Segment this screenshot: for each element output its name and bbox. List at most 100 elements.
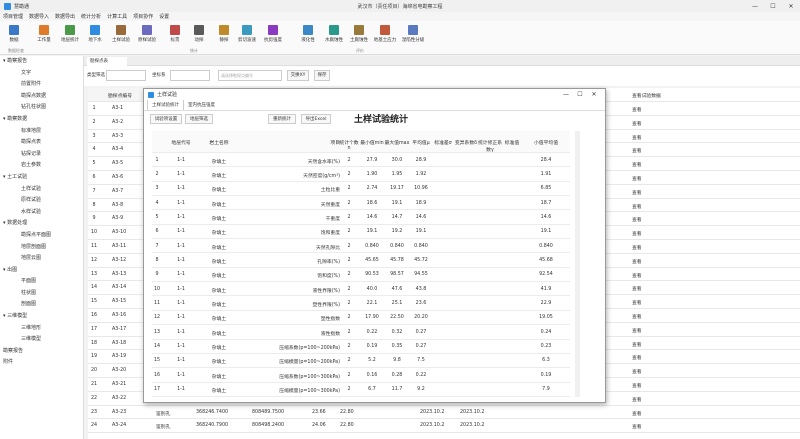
type-filter-select[interactable]	[106, 70, 146, 81]
ribbon-tool-button[interactable]: 地层统计	[59, 23, 81, 47]
sidebar-item[interactable]: 钻探记录	[0, 149, 83, 161]
view-link[interactable]: 查看	[632, 410, 642, 417]
sidebar-item[interactable]: 前置附件	[0, 79, 83, 91]
ribbon-tool-button[interactable]: 水腐蚀性	[323, 23, 345, 47]
export-excel-button[interactable]: 导出Excel	[301, 114, 331, 124]
stats-column-header[interactable]: 统计个数n	[338, 139, 360, 151]
sidebar-item[interactable]: 剖面图	[0, 299, 83, 311]
stats-row[interactable]: 9 1-1 杂填土 饱和度(%) 2 90.53 98.57 94.55 92.54	[152, 268, 570, 283]
stats-row[interactable]: 8 1-1 杂填土 孔隙率(%) 2 45.65 45.78 45.72 45.68	[152, 253, 570, 268]
ribbon-tool-button[interactable]: 土样试验	[110, 23, 132, 47]
point-search-input[interactable]: 请选择勘探点编号	[218, 70, 282, 81]
stats-row[interactable]: 10 1-1 杂填土 液性界限(%) 2 40.0 47.6 43.8 41.9	[152, 282, 570, 297]
save-button[interactable]: 保存	[314, 70, 330, 81]
ribbon-tool-button[interactable]: 数据	[3, 23, 25, 47]
view-link[interactable]: 查看	[632, 216, 642, 223]
ribbon-tool-button[interactable]: 动探	[188, 23, 210, 47]
sidebar-item[interactable]: 岩土参数	[0, 160, 83, 172]
sidebar-item[interactable]: 勘察报告	[0, 346, 83, 358]
ribbon-tool-button[interactable]: 土腐蚀性	[348, 23, 370, 47]
stats-column-header[interactable]: 岩土名称	[204, 139, 234, 146]
stats-row[interactable]: 1 1-1 杂填土 天然含水率(%) 2 27.9 30.0 28.9 28.4	[152, 153, 570, 168]
sidebar-item[interactable]: 地层云图	[0, 253, 83, 265]
menu-item[interactable]: 统计分析	[81, 13, 101, 20]
minimize-button[interactable]: —	[746, 0, 764, 12]
ribbon-tool-button[interactable]: 标贯	[164, 23, 186, 47]
maximize-button[interactable]: ☐	[764, 0, 782, 12]
view-link[interactable]: 查看	[632, 230, 642, 237]
view-link[interactable]: 查看	[632, 313, 642, 320]
swap-xy-button[interactable]: 交换XY	[287, 70, 309, 81]
layer-filter-button[interactable]: 地层筛选	[185, 114, 213, 124]
view-link[interactable]: 查看	[632, 285, 642, 292]
view-link[interactable]: 查看	[632, 341, 642, 348]
view-link[interactable]: 查看	[632, 272, 642, 279]
view-link[interactable]: 查看	[632, 175, 642, 182]
dialog-maximize-button[interactable]: ☐	[573, 89, 587, 100]
coord-system-select[interactable]	[170, 70, 210, 81]
sidebar-item[interactable]: 三维模型	[0, 334, 83, 346]
sidebar-item[interactable]: ▾ 数据处理	[0, 218, 83, 230]
sidebar-item[interactable]: 勘探点平面图	[0, 230, 83, 242]
view-link[interactable]: 查看	[632, 299, 642, 306]
view-link[interactable]: 查看	[632, 189, 642, 196]
ribbon-tool-button[interactable]: 地基土应力	[374, 23, 396, 47]
stats-row[interactable]: 12 1-1 杂填土 塑性指数 2 17.90 22.50 20.20 19.05	[152, 311, 570, 326]
sidebar-item[interactable]: ▾ 三维模型	[0, 311, 83, 323]
stats-column-header[interactable]: 平均值μ	[410, 139, 432, 146]
stats-column-header[interactable]: 标准差σ	[432, 139, 454, 146]
stats-column-header[interactable]: 项目	[234, 139, 340, 146]
sidebar-item[interactable]: 土样试验	[0, 184, 83, 196]
view-link[interactable]: 查看	[632, 327, 642, 334]
sidebar-item[interactable]: ▾ 土工试验	[0, 172, 83, 184]
sidebar-item[interactable]: ▾ 出图	[0, 265, 83, 277]
sidebar-item[interactable]: 地层剖面图	[0, 242, 83, 254]
menu-item[interactable]: 设置	[159, 13, 169, 20]
stats-row[interactable]: 11 1-1 杂填土 塑性界限(%) 2 22.1 25.1 23.6 22.9	[152, 297, 570, 311]
stats-column-header[interactable]: 小值平均值	[522, 139, 570, 146]
menu-item[interactable]: 计算工具	[107, 13, 127, 20]
view-link[interactable]: 查看	[632, 244, 642, 251]
tab-survey-points[interactable]: 勘探点表	[87, 57, 127, 66]
view-link[interactable]: 查看	[632, 396, 642, 403]
ribbon-tool-button[interactable]: 静探	[213, 23, 235, 47]
sidebar-item[interactable]: 平面图	[0, 276, 83, 288]
view-link[interactable]: 查看	[632, 120, 642, 127]
stats-row[interactable]: 17 1-1 杂填土 压缩模量(p=100~300kPa) 2 6.7 11.7 9.2 7.9	[152, 383, 570, 397]
ribbon-tool-button[interactable]: 抗剪强度	[262, 23, 284, 47]
sidebar-item[interactable]: 附件	[0, 357, 83, 369]
close-button[interactable]: ✕	[782, 0, 800, 12]
stats-row[interactable]: 3 1-1 杂填土 土粒比重 2 2.74 19.17 10.96 6.85	[152, 182, 570, 197]
stats-row[interactable]: 6 1-1 杂填土 饱和重度 2 19.1 19.2 19.1 19.1	[152, 225, 570, 240]
stats-row[interactable]: 7 1-1 杂填土 天然孔隙比 2 0.840 0.840 0.840 0.840	[152, 239, 570, 254]
stats-row[interactable]: 14 1-1 杂填土 压缩系数(p=100~200kPa) 2 0.19 0.35 0.27 0…	[152, 340, 570, 354]
sidebar-item[interactable]: ▾ 勘察报告	[0, 56, 83, 68]
stats-row[interactable]: 4 1-1 杂填土 天然重度 2 18.6 19.1 18.9 18.7	[152, 196, 570, 211]
menu-item[interactable]: 项目协作	[133, 13, 153, 20]
stats-scrollbar[interactable]	[575, 131, 580, 397]
menu-item[interactable]: 数据导出	[55, 13, 75, 20]
ribbon-tool-button[interactable]: 工作量	[33, 23, 55, 47]
stats-column-header[interactable]: 统计修正系数γ	[478, 139, 502, 153]
stats-column-header[interactable]: 标准值	[502, 139, 522, 146]
dialog-close-button[interactable]: ✕	[587, 89, 601, 100]
dialog-minimize-button[interactable]: —	[559, 89, 573, 100]
view-link[interactable]: 查看	[632, 354, 642, 361]
sidebar-item[interactable]: 三维地形	[0, 323, 83, 335]
view-link[interactable]: 查看	[632, 258, 642, 265]
stats-row[interactable]: 2 1-1 杂填土 天然密度(g/cm³) 2 1.90 1.95 1.92 1.91	[152, 167, 570, 182]
recount-button[interactable]: 重新统计	[268, 114, 296, 124]
stats-column-header[interactable]: 最小值min	[360, 139, 384, 146]
tab-soil-stats[interactable]: 土样试验统计	[147, 99, 184, 110]
stats-row[interactable]: 15 1-1 杂填土 压缩模量(p=100~200kPa) 2 5.2 9.8 7.5 6.3	[152, 354, 570, 369]
menu-item[interactable]: 项目管理	[3, 13, 23, 20]
table-row[interactable]: 24 A3-24 鉴别孔 368240.7900 808498.2400 24.06 22.…	[88, 419, 658, 434]
ribbon-tool-button[interactable]: 湿陷性分级	[402, 23, 424, 47]
test-setting-button[interactable]: 试验项设置	[150, 114, 182, 124]
stats-column-header[interactable]: 变异系数δ	[454, 139, 478, 146]
stats-column-header[interactable]: 地层代号	[170, 139, 192, 146]
ribbon-tool-button[interactable]: 液化性	[297, 23, 319, 47]
ribbon-tool-button[interactable]: 地下水	[84, 23, 106, 47]
sidebar-item[interactable]: 水样试验	[0, 207, 83, 219]
view-link[interactable]: 查看	[632, 161, 642, 168]
